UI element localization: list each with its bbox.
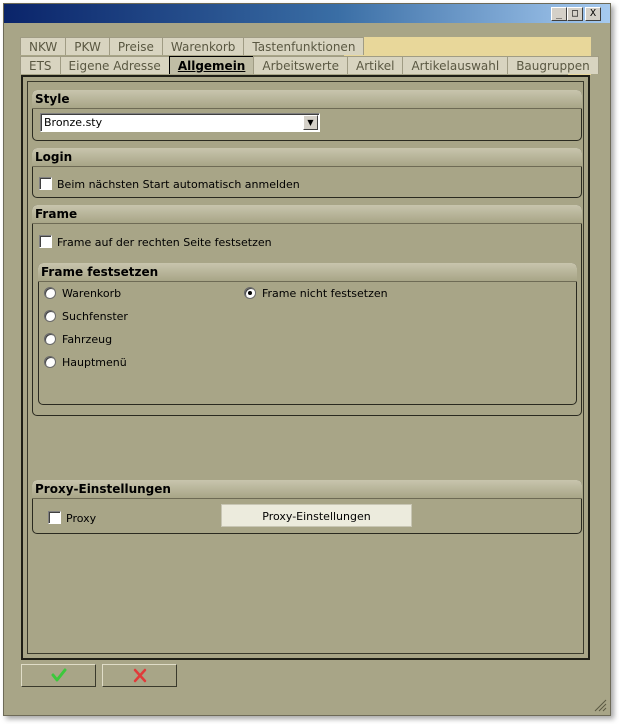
cancel-x-icon — [133, 668, 147, 683]
tab-warenkorb[interactable]: Warenkorb — [161, 37, 245, 55]
tab-content-panel: Style Bronze.sty ▼ Login Beim nächsten S… — [21, 75, 590, 660]
tab-tastenfunktionen[interactable]: Tastenfunktionen — [243, 37, 365, 55]
tab-row-2: ETS Eigene Adresse Allgemein Arbeitswert… — [20, 56, 599, 74]
tab-artikel[interactable]: Artikel — [347, 56, 404, 74]
proxy-group-title: Proxy-Einstellungen — [32, 480, 582, 499]
tab-eigene-adresse[interactable]: Eigene Adresse — [59, 56, 170, 74]
style-group: Style Bronze.sty ▼ — [32, 90, 582, 141]
tab-baugruppen[interactable]: Baugruppen — [507, 56, 599, 74]
minimize-button[interactable]: _ — [551, 7, 567, 21]
auto-login-label: Beim nächsten Start automatisch anmelden — [57, 178, 300, 191]
tab-strip-background — [344, 37, 591, 56]
tab-ets[interactable]: ETS — [20, 56, 61, 74]
radio-suchfenster[interactable] — [44, 310, 56, 322]
cancel-button[interactable] — [102, 664, 177, 687]
proxy-settings-button[interactable]: Proxy-Einstellungen — [221, 504, 412, 527]
settings-window: _ □ X NKW PKW Preise Warenkorb Tastenfun… — [3, 3, 611, 716]
auto-login-checkbox[interactable] — [39, 177, 52, 190]
title-bar[interactable]: _ □ X — [4, 4, 610, 23]
proxy-checkbox[interactable] — [48, 511, 61, 524]
style-select-value: Bronze.sty — [44, 116, 103, 129]
tab-row-1: NKW PKW Preise Warenkorb Tastenfunktione… — [20, 37, 365, 55]
tab-nkw[interactable]: NKW — [20, 37, 67, 55]
style-group-title: Style — [32, 90, 582, 109]
frame-fix-right-label: Frame auf der rechten Seite festsetzen — [57, 236, 272, 249]
login-group-title: Login — [32, 148, 582, 167]
proxy-checkbox-label: Proxy — [66, 512, 97, 525]
maximize-button[interactable]: □ — [567, 7, 583, 21]
tab-preise[interactable]: Preise — [108, 37, 163, 55]
radio-hauptmenue[interactable] — [44, 356, 56, 368]
radio-frame-nicht-festsetzen-label: Frame nicht festsetzen — [262, 287, 388, 300]
chevron-down-icon[interactable]: ▼ — [303, 115, 318, 130]
frame-fix-right-checkbox[interactable] — [39, 235, 52, 248]
resize-grip-icon[interactable] — [593, 698, 607, 712]
login-group: Login Beim nächsten Start automatisch an… — [32, 148, 582, 198]
frame-group-title: Frame — [32, 205, 582, 224]
content-inner-frame: Style Bronze.sty ▼ Login Beim nächsten S… — [27, 81, 584, 654]
frame-festsetzen-group: Frame festsetzen Warenkorb Suchfenster F… — [38, 263, 577, 405]
radio-warenkorb-label: Warenkorb — [62, 287, 122, 300]
ok-button[interactable] — [21, 664, 96, 687]
radio-frame-nicht-festsetzen[interactable] — [244, 287, 256, 299]
close-button[interactable]: X — [585, 7, 601, 21]
frame-group: Frame Frame auf der rechten Seite festse… — [32, 205, 582, 416]
radio-fahrzeug[interactable] — [44, 333, 56, 345]
frame-festsetzen-title: Frame festsetzen — [38, 263, 577, 282]
radio-fahrzeug-label: Fahrzeug — [62, 333, 113, 346]
radio-suchfenster-label: Suchfenster — [62, 310, 128, 323]
tab-allgemein[interactable]: Allgemein — [168, 56, 255, 74]
tab-arbeitswerte[interactable]: Arbeitswerte — [253, 56, 349, 74]
radio-warenkorb[interactable] — [44, 287, 56, 299]
tab-artikelauswahl[interactable]: Artikelauswahl — [402, 56, 509, 74]
proxy-group: Proxy-Einstellungen Proxy Proxy-Einstell… — [32, 480, 582, 534]
checkmark-icon — [51, 668, 67, 682]
style-select[interactable]: Bronze.sty ▼ — [40, 113, 320, 132]
tab-pkw[interactable]: PKW — [65, 37, 110, 55]
radio-hauptmenue-label: Hauptmenü — [62, 356, 127, 369]
